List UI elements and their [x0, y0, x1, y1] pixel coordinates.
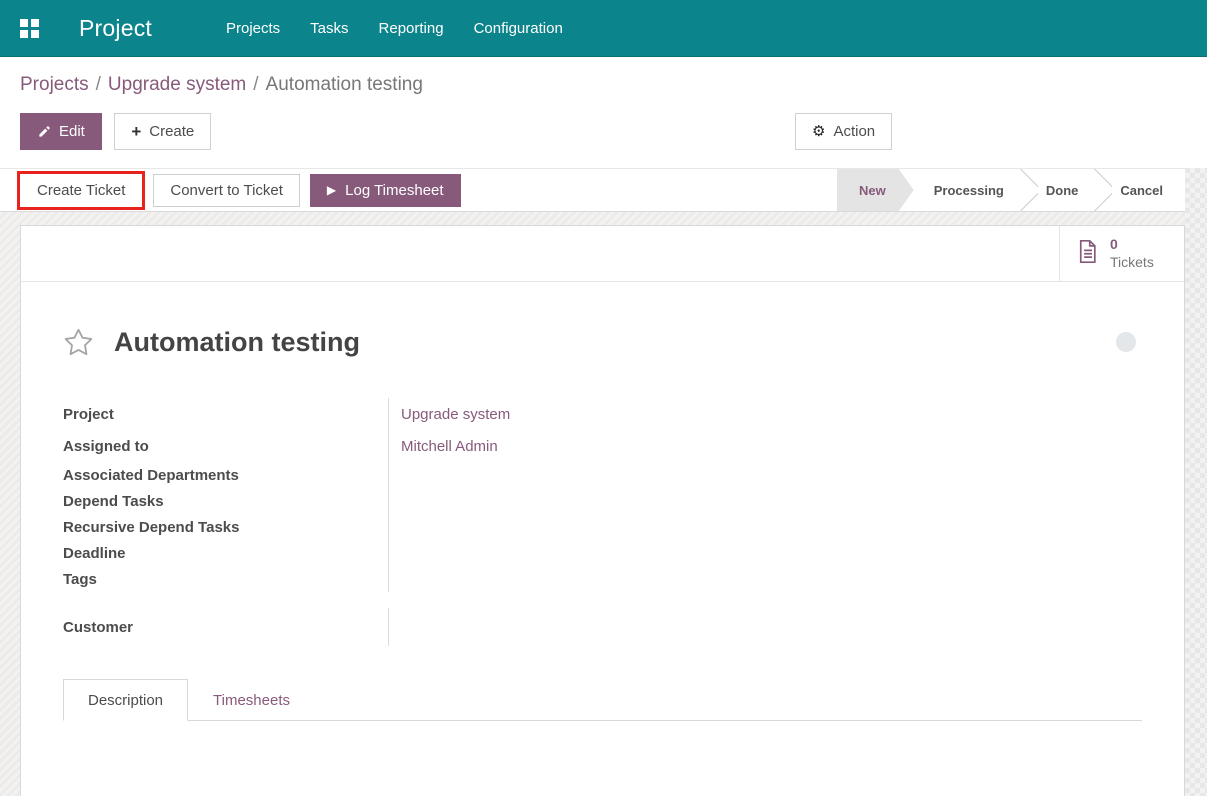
- create-ticket-button[interactable]: Create Ticket: [20, 174, 142, 207]
- field-value-recursive-depend-tasks[interactable]: [401, 514, 689, 540]
- record-title: Automation testing: [114, 327, 360, 358]
- breadcrumb-separator: /: [89, 74, 108, 95]
- tab-description[interactable]: Description: [63, 679, 188, 721]
- breadcrumb-current: Automation testing: [266, 74, 423, 95]
- control-panel: Edit + Create ⚙ Action: [0, 113, 1207, 168]
- menu-item-reporting[interactable]: Reporting: [377, 14, 446, 43]
- ticket-document-icon: [1074, 238, 1101, 270]
- field-value-project[interactable]: Upgrade system: [401, 406, 510, 423]
- stage-pipeline: New Processing Done Cancel: [837, 169, 1185, 211]
- field-group-main: Project Assigned to Associated Departmen…: [63, 398, 689, 592]
- tickets-count: 0: [1110, 236, 1154, 254]
- field-value-tags[interactable]: [401, 566, 689, 592]
- menu-item-tasks[interactable]: Tasks: [308, 14, 350, 43]
- stage-separator-chevron: [1086, 169, 1112, 211]
- field-value-customer[interactable]: [401, 608, 689, 646]
- stage-processing[interactable]: Processing: [926, 169, 1012, 211]
- action-button[interactable]: ⚙ Action: [795, 113, 892, 150]
- favorite-star-icon[interactable]: [63, 327, 94, 358]
- field-label-deadline: Deadline: [63, 545, 126, 562]
- log-timesheet-button[interactable]: ▶ Log Timesheet: [310, 174, 461, 207]
- field-label-customer: Customer: [63, 619, 133, 636]
- gear-icon: ⚙: [812, 124, 825, 139]
- breadcrumb-upgrade-system[interactable]: Upgrade system: [108, 74, 246, 95]
- edit-button[interactable]: Edit: [20, 113, 102, 150]
- tab-timesheets[interactable]: Timesheets: [188, 679, 315, 721]
- tab-content-description: [63, 721, 1142, 796]
- play-icon: ▶: [327, 183, 336, 197]
- tickets-label: Tickets: [1110, 254, 1154, 272]
- field-value-associated-departments[interactable]: [401, 462, 689, 488]
- stage-separator-chevron: [1012, 169, 1038, 211]
- field-label-tags: Tags: [63, 571, 97, 588]
- field-group-customer: Customer: [63, 608, 689, 646]
- field-value-depend-tasks[interactable]: [401, 488, 689, 514]
- statusbar: Create Ticket Convert to Ticket ▶ Log Ti…: [0, 168, 1185, 212]
- menu-item-projects[interactable]: Projects: [224, 14, 282, 43]
- field-value-assigned-to[interactable]: Mitchell Admin: [401, 438, 498, 455]
- top-navbar: Project Projects Tasks Reporting Configu…: [0, 0, 1207, 57]
- annotation-highlight: Create Ticket: [17, 171, 145, 210]
- form-sheet: 0 Tickets Automation testing Project Ass…: [20, 225, 1185, 796]
- field-value-deadline[interactable]: [401, 540, 689, 566]
- pencil-icon: [37, 125, 51, 139]
- content-area: 0 Tickets Automation testing Project Ass…: [0, 212, 1207, 796]
- breadcrumb: Projects/Upgrade system/Automation testi…: [0, 57, 1207, 113]
- action-button-label: Action: [833, 123, 875, 140]
- log-timesheet-label: Log Timesheet: [345, 182, 443, 199]
- apps-grid-icon[interactable]: [20, 19, 39, 38]
- field-label-depend-tasks: Depend Tasks: [63, 493, 164, 510]
- breadcrumb-projects[interactable]: Projects: [20, 74, 89, 95]
- stage-cancel[interactable]: Cancel: [1112, 169, 1171, 211]
- field-label-associated-departments: Associated Departments: [63, 467, 239, 484]
- kanban-state-dot[interactable]: [1116, 332, 1136, 352]
- tickets-stat-button[interactable]: 0 Tickets: [1059, 226, 1184, 281]
- form-body: Automation testing Project Assigned to A…: [21, 324, 1184, 796]
- notebook-tabs: Description Timesheets: [63, 679, 1142, 721]
- scrollbar-track[interactable]: [1185, 168, 1207, 796]
- convert-to-ticket-button[interactable]: Convert to Ticket: [153, 174, 300, 207]
- stage-new[interactable]: New: [837, 169, 914, 211]
- field-label-recursive-depend-tasks: Recursive Depend Tasks: [63, 519, 239, 536]
- stage-done[interactable]: Done: [1038, 169, 1087, 211]
- field-label-assigned-to: Assigned to: [63, 438, 149, 455]
- field-label-project: Project: [63, 406, 114, 423]
- button-box: 0 Tickets: [21, 226, 1184, 282]
- top-menu: Projects Tasks Reporting Configuration: [224, 14, 565, 43]
- create-button[interactable]: + Create: [114, 113, 211, 150]
- menu-item-configuration[interactable]: Configuration: [472, 14, 565, 43]
- app-name[interactable]: Project: [79, 15, 152, 42]
- create-button-label: Create: [149, 123, 194, 140]
- plus-icon: +: [131, 123, 141, 140]
- breadcrumb-separator: /: [246, 74, 265, 95]
- edit-button-label: Edit: [59, 123, 85, 140]
